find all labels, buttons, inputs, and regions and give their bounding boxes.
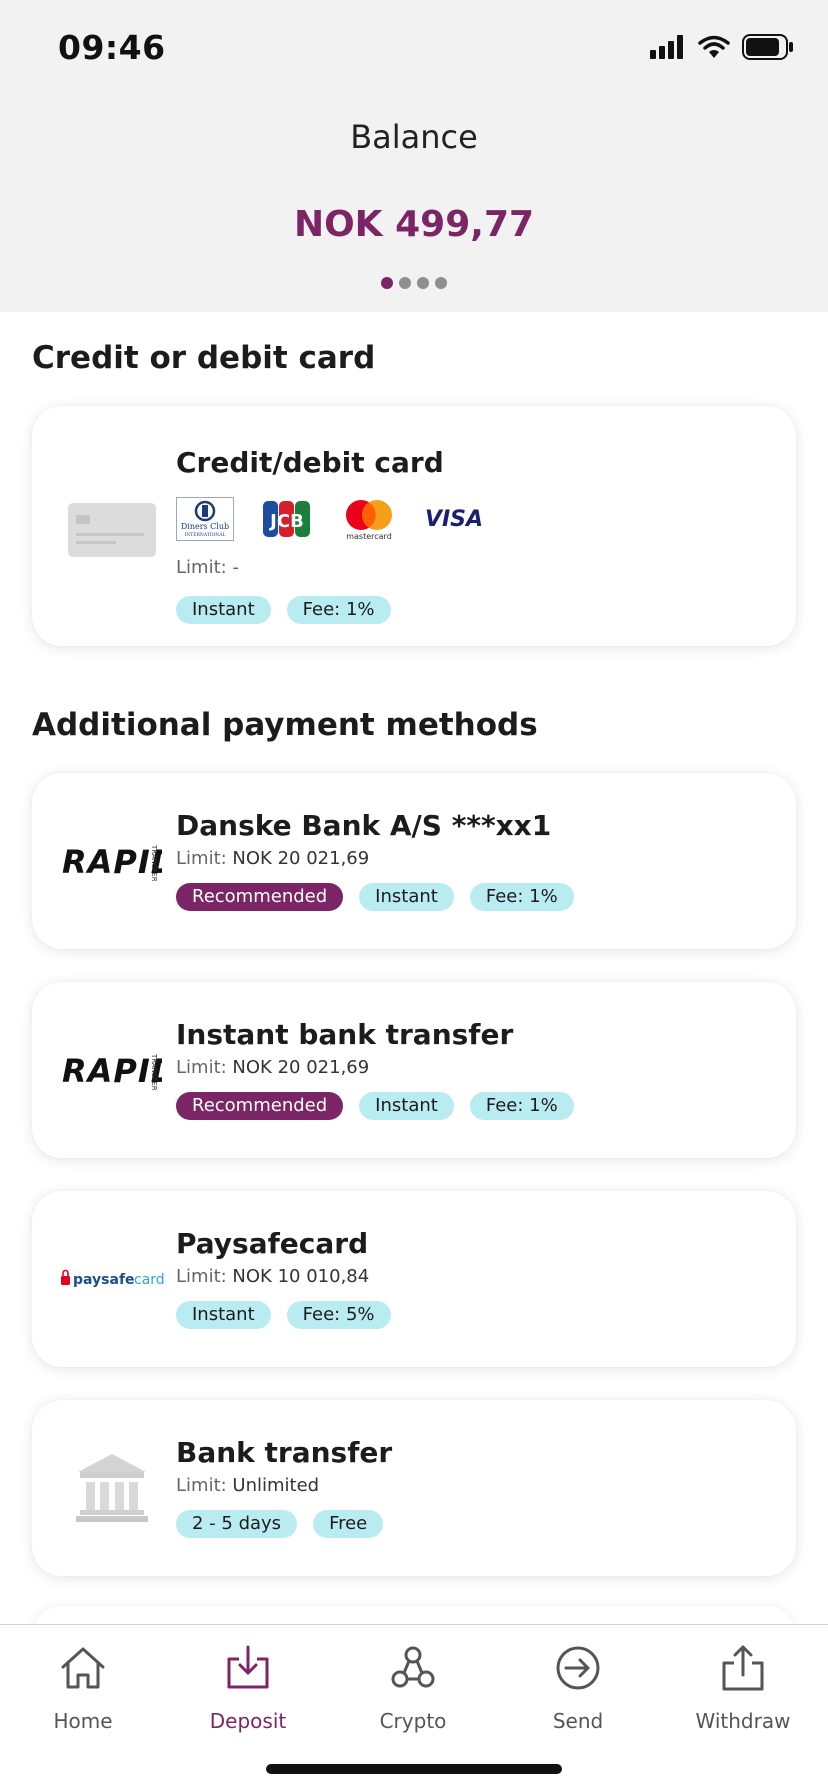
method-tags: Recommended Instant Fee: 1% — [176, 1092, 776, 1120]
tab-deposit[interactable]: Deposit — [165, 1643, 331, 1733]
battery-icon — [742, 34, 794, 64]
limit-label: Limit: — [176, 848, 227, 869]
tab-label: Send — [552, 1709, 604, 1733]
limit-label: Limit: — [176, 1057, 227, 1078]
card-brands: Diners Club INTERNATIONAL JCB mastercard … — [176, 497, 776, 545]
method-tags: 2 - 5 days Free — [176, 1510, 776, 1538]
payment-method-paysafecard[interactable]: paysafe card Paysafecard Limit: NOK 10 01… — [32, 1191, 796, 1367]
tab-label: Withdraw — [695, 1709, 791, 1733]
send-icon — [495, 1643, 661, 1693]
tag-duration: 2 - 5 days — [176, 1510, 298, 1538]
page-dot[interactable] — [417, 277, 429, 289]
withdraw-icon — [660, 1643, 826, 1693]
page-dot[interactable] — [381, 277, 393, 289]
rapid-transfer-logo: RAPIDTRANSFER — [62, 1042, 162, 1098]
tab-label: Crypto — [379, 1709, 447, 1733]
mastercard-logo: mastercard — [340, 497, 398, 545]
status-time: 09:46 — [58, 28, 166, 67]
svg-text:card: card — [134, 1272, 165, 1288]
paysafecard-logo: paysafe card — [60, 1259, 166, 1299]
tag-fee: Fee: 1% — [469, 883, 574, 911]
deposit-icon — [165, 1643, 331, 1693]
status-icons — [650, 34, 794, 64]
method-limit: Limit: NOK 20 021,69 — [176, 848, 776, 869]
bank-icon — [62, 1450, 162, 1526]
tag-instant: Instant — [176, 1301, 271, 1329]
payment-method-danske-bank[interactable]: RAPIDTRANSFER Danske Bank A/S ***xx1 Lim… — [32, 773, 796, 949]
visa-logo: VISA — [425, 504, 483, 538]
method-tags: Recommended Instant Fee: 1% — [176, 883, 776, 911]
page-dot[interactable] — [399, 277, 411, 289]
jcb-logo: JCB — [262, 499, 312, 543]
tab-home[interactable]: Home — [0, 1643, 166, 1733]
tag-instant: Instant — [176, 596, 271, 624]
svg-text:RAPID: RAPID — [62, 1052, 162, 1090]
method-limit: Limit: Unlimited — [176, 1475, 776, 1496]
payment-method-credit-card[interactable]: Credit/debit card Diners Club INTERNATION… — [32, 406, 796, 646]
svg-text:paysafe: paysafe — [73, 1272, 135, 1288]
diners-club-logo: Diners Club INTERNATIONAL — [176, 497, 234, 545]
limit-label: Limit: — [176, 1266, 227, 1287]
balance-amount: NOK 499,77 — [293, 204, 535, 245]
method-title: Danske Bank A/S ***xx1 — [176, 809, 552, 842]
method-tags: Instant Fee: 5% — [176, 1301, 776, 1329]
tag-fee: Fee: 5% — [286, 1301, 391, 1329]
tab-crypto[interactable]: Crypto — [330, 1643, 496, 1733]
method-limit: Limit: NOK 20 021,69 — [176, 1057, 776, 1078]
svg-text:VISA: VISA — [426, 507, 482, 532]
tag-recommended: Recommended — [176, 883, 344, 911]
method-tags: Instant Fee: 1% — [176, 596, 776, 624]
tag-fee: Free — [313, 1510, 384, 1538]
rapid-transfer-logo: RAPIDTRANSFER — [62, 833, 162, 889]
svg-text:RAPID: RAPID — [62, 843, 162, 881]
tag-instant: Instant — [359, 883, 454, 911]
section-title-additional: Additional payment methods — [32, 707, 538, 743]
home-indicator[interactable] — [266, 1764, 562, 1774]
payment-method-instant-bank-transfer[interactable]: RAPIDTRANSFER Instant bank transfer Limi… — [32, 982, 796, 1158]
page-indicator[interactable] — [0, 277, 828, 289]
tab-label: Home — [53, 1709, 113, 1733]
limit-value: Unlimited — [232, 1475, 320, 1496]
limit-value: NOK 10 010,84 — [232, 1266, 370, 1287]
svg-text:JCB: JCB — [268, 511, 304, 532]
tab-label: Deposit — [209, 1709, 287, 1733]
svg-text:INTERNATIONAL: INTERNATIONAL — [185, 532, 226, 538]
method-limit: Limit: NOK 10 010,84 — [176, 1266, 776, 1287]
balance-title: Balance — [350, 118, 478, 156]
svg-text:Diners Club: Diners Club — [181, 522, 229, 531]
method-title: Credit/debit card — [176, 446, 444, 479]
svg-text:TRANSFER: TRANSFER — [150, 1053, 158, 1090]
limit-value: NOK 20 021,69 — [232, 848, 370, 869]
method-limit: Limit: - — [176, 557, 239, 578]
method-title: Paysafecard — [176, 1227, 369, 1260]
limit-value: NOK 20 021,69 — [232, 1057, 370, 1078]
card-placeholder-icon — [62, 500, 162, 560]
limit-label: Limit: — [176, 1475, 227, 1496]
method-title: Instant bank transfer — [176, 1018, 514, 1051]
svg-text:mastercard: mastercard — [346, 532, 392, 541]
page-dot[interactable] — [435, 277, 447, 289]
tag-fee: Fee: 1% — [469, 1092, 574, 1120]
crypto-icon — [330, 1643, 496, 1693]
wifi-icon — [698, 35, 730, 63]
tab-withdraw[interactable]: Withdraw — [660, 1643, 826, 1733]
tab-send[interactable]: Send — [495, 1643, 661, 1733]
tag-instant: Instant — [359, 1092, 454, 1120]
payment-method-bank-transfer[interactable]: Bank transfer Limit: Unlimited 2 - 5 day… — [32, 1400, 796, 1576]
home-icon — [0, 1643, 166, 1693]
svg-text:TRANSFER: TRANSFER — [150, 844, 158, 881]
tag-recommended: Recommended — [176, 1092, 344, 1120]
method-title: Bank transfer — [176, 1436, 393, 1469]
signal-icon — [650, 35, 686, 63]
section-title-card: Credit or debit card — [32, 340, 376, 376]
tag-fee: Fee: 1% — [286, 596, 391, 624]
